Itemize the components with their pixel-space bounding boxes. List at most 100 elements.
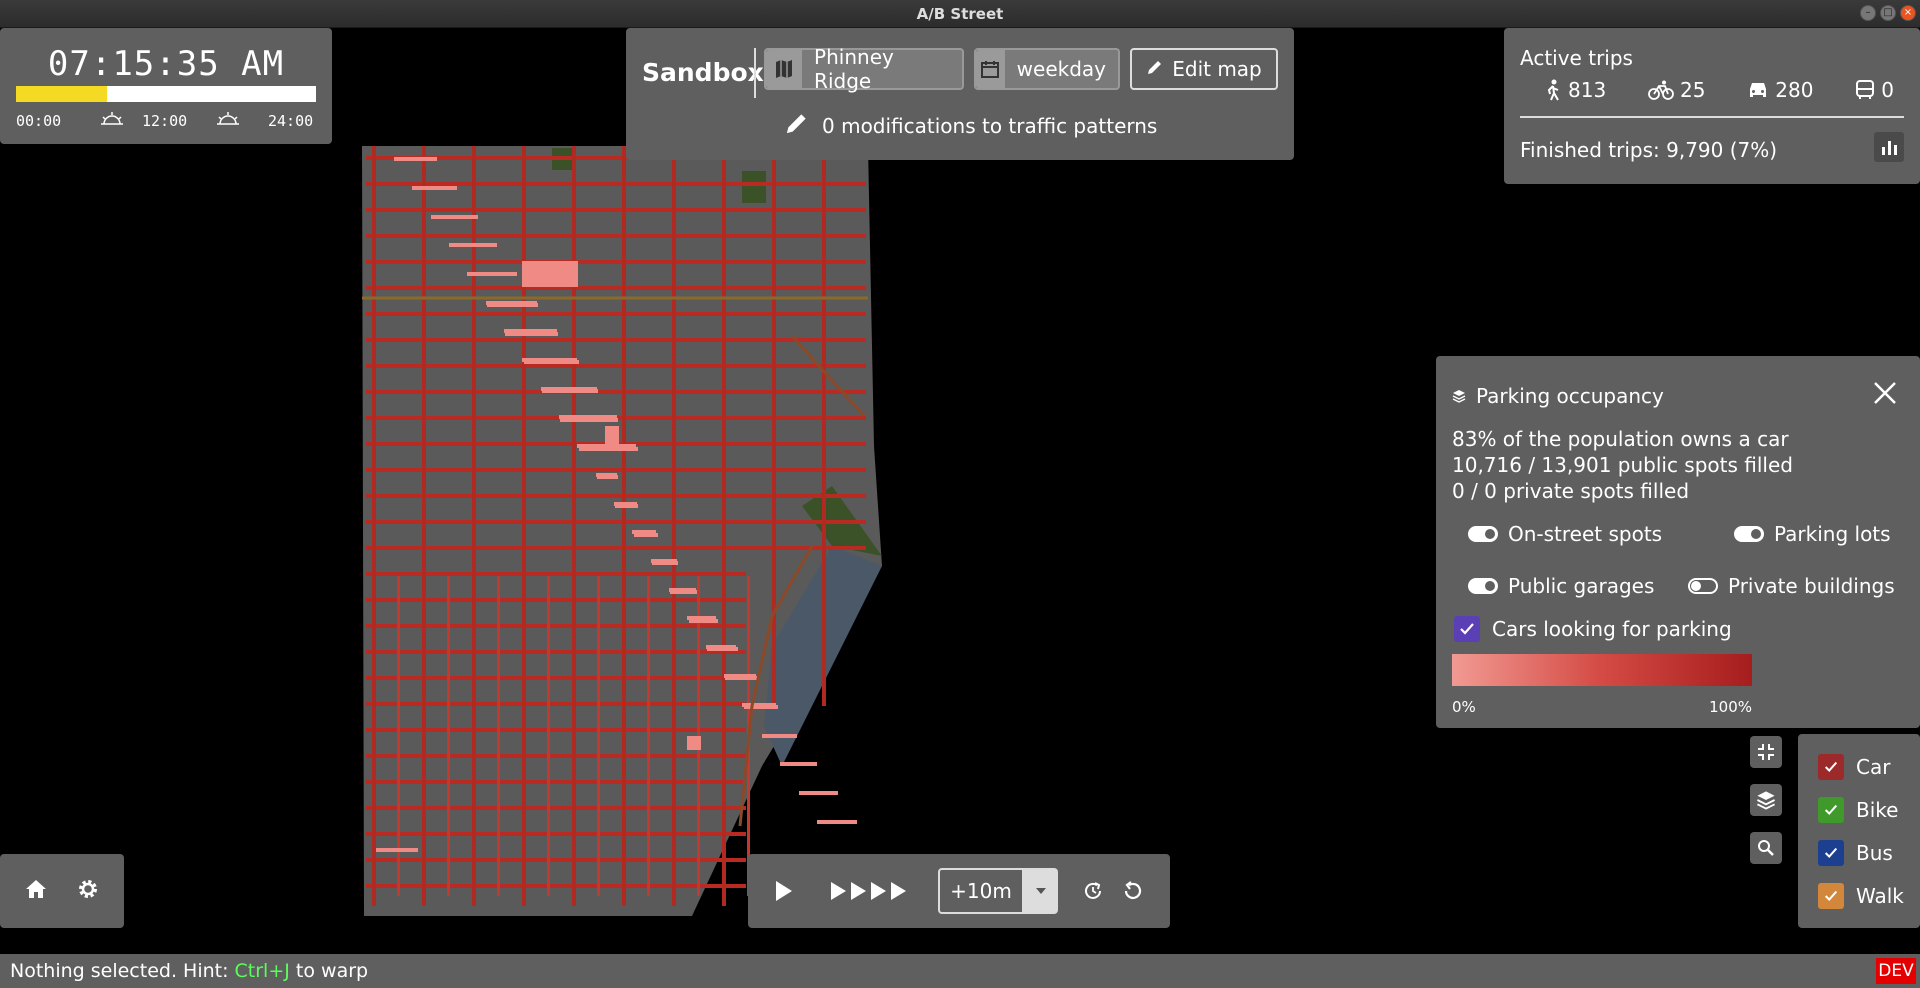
clock-time: 07:15:35 AM	[47, 44, 285, 84]
change-scenario-button[interactable]: weekday	[974, 48, 1120, 90]
sandbox-panel: Sandbox Phinney Ridge weekday Edit map 0…	[626, 28, 1294, 160]
speed-1-icon	[831, 882, 846, 900]
divider	[1520, 116, 1904, 118]
close-window-button[interactable]: ×	[1900, 5, 1916, 21]
toggle-parking-lots[interactable]: Parking lots	[1734, 522, 1891, 546]
active-trips-header: Active trips	[1520, 46, 1633, 70]
edit-map-label: Edit map	[1172, 57, 1262, 81]
dev-badge: DEV	[1876, 958, 1916, 984]
bike-icon	[1648, 80, 1674, 100]
time-mark-noon: 12:00	[142, 112, 188, 130]
time-step-value[interactable]: +10m	[938, 868, 1024, 914]
walk-count: 813	[1544, 78, 1606, 102]
map-name-label: Phinney Ridge	[814, 45, 894, 93]
compress-icon	[1758, 744, 1774, 760]
time-mark-start: 00:00	[16, 112, 62, 130]
hint-key: Ctrl+J	[234, 960, 290, 982]
pencil-icon	[784, 110, 810, 141]
reset-icon	[1124, 881, 1142, 900]
map-icon	[766, 50, 803, 88]
traffic-modifications-button[interactable]: 0 modifications to traffic patterns	[784, 110, 1157, 141]
checkbox[interactable]	[1454, 616, 1480, 642]
public-spots-text: 10,716 / 13,901 public spots filled	[1452, 453, 1793, 477]
home-settings-panel	[0, 854, 124, 928]
toggle-on-street-spots[interactable]: On-street spots	[1468, 522, 1662, 546]
jump-to-time-button[interactable]	[1082, 880, 1104, 906]
play-icon	[776, 881, 792, 901]
bus-count: 0	[1855, 78, 1894, 102]
walk-icon	[1547, 79, 1559, 101]
day-progress-bar	[16, 86, 316, 102]
checkbox[interactable]	[1818, 754, 1844, 780]
mode-title: Sandbox	[642, 58, 764, 87]
speed-controls-panel: +10m	[748, 854, 1170, 928]
car-ownership-text: 83% of the population owns a car	[1452, 427, 1789, 451]
minimize-button[interactable]: –	[1860, 5, 1876, 21]
search-button[interactable]	[1750, 832, 1782, 864]
legend-item-walk[interactable]: Walk	[1818, 883, 1904, 909]
layers-icon	[1452, 390, 1466, 403]
legend-item-bus[interactable]: Bus	[1818, 840, 1893, 866]
occupancy-color-scale	[1452, 654, 1752, 686]
home-button[interactable]	[24, 878, 48, 904]
play-button[interactable]	[774, 880, 794, 906]
bike-count: 25	[1648, 78, 1705, 102]
toggle-switch[interactable]	[1468, 578, 1498, 594]
legend-item-bike[interactable]: Bike	[1818, 797, 1898, 823]
maximize-button[interactable]: □	[1880, 5, 1896, 21]
status-bar: Nothing selected. Hint: Ctrl+J to warp D…	[0, 954, 1920, 988]
search-icon	[1758, 840, 1774, 856]
private-spots-text: 0 / 0 private spots filled	[1452, 479, 1690, 503]
checkmark-icon	[1824, 847, 1838, 858]
car-icon	[1750, 83, 1767, 97]
time-step-dropdown[interactable]: +10m	[938, 868, 1058, 914]
cars-looking-for-parking-checkbox[interactable]: Cars looking for parking	[1454, 616, 1732, 642]
active-trips-panel: Active trips 813 25 280 0 Finished trips…	[1504, 28, 1920, 184]
checkmark-icon	[1824, 804, 1838, 815]
settings-button[interactable]	[76, 877, 100, 905]
chevron-down-icon[interactable]	[1024, 868, 1058, 914]
home-icon	[26, 880, 46, 898]
change-map-button[interactable]: Phinney Ridge	[764, 45, 964, 93]
speed-selector[interactable]	[830, 880, 908, 902]
time-mark-end: 24:00	[268, 112, 314, 130]
close-icon[interactable]	[1872, 380, 1898, 406]
toggle-switch[interactable]	[1734, 526, 1764, 542]
layers-icon	[1757, 791, 1775, 810]
zoom-to-fit-button[interactable]	[1750, 736, 1782, 768]
speed-3-icon	[871, 882, 886, 900]
agent-legend-panel: Car Bike Bus Walk	[1798, 734, 1920, 928]
scenario-name-label: weekday	[1016, 57, 1106, 81]
finished-trips-text: Finished trips: 9,790 (7%)	[1520, 138, 1778, 162]
checkbox[interactable]	[1818, 883, 1844, 909]
layers-button[interactable]	[1750, 784, 1782, 816]
pencil-icon	[1146, 57, 1164, 81]
parking-occupancy-panel: Parking occupancy 83% of the population …	[1436, 356, 1920, 728]
reset-button[interactable]	[1122, 880, 1144, 906]
scale-min-label: 0%	[1452, 698, 1476, 716]
sunset-icon	[216, 110, 240, 132]
edit-map-button[interactable]: Edit map	[1130, 48, 1278, 90]
scale-max-label: 100%	[1709, 698, 1752, 716]
toggle-private-buildings[interactable]: Private buildings	[1688, 574, 1895, 598]
toggle-public-garages[interactable]: Public garages	[1468, 574, 1654, 598]
bar-chart-icon[interactable]	[1874, 132, 1904, 162]
checkbox[interactable]	[1818, 840, 1844, 866]
legend-item-car[interactable]: Car	[1818, 754, 1890, 780]
window-titlebar: A/B Street – □ ×	[0, 0, 1920, 28]
checkbox[interactable]	[1818, 797, 1844, 823]
city-map[interactable]	[362, 146, 992, 916]
toggle-switch[interactable]	[1688, 578, 1718, 594]
speed-2-icon	[851, 882, 866, 900]
day-progress-fill	[16, 86, 107, 102]
clock-forward-icon	[1085, 882, 1101, 899]
checkmark-icon	[1460, 623, 1474, 635]
window-title: A/B Street	[916, 5, 1004, 23]
bus-icon	[1856, 80, 1875, 99]
divider	[754, 48, 756, 98]
sunrise-icon	[100, 110, 124, 132]
time-panel: 07:15:35 AM 00:00 12:00 24:00	[0, 28, 332, 144]
toggle-switch[interactable]	[1468, 526, 1498, 542]
checkmark-icon	[1824, 890, 1838, 901]
gear-icon	[79, 880, 97, 898]
